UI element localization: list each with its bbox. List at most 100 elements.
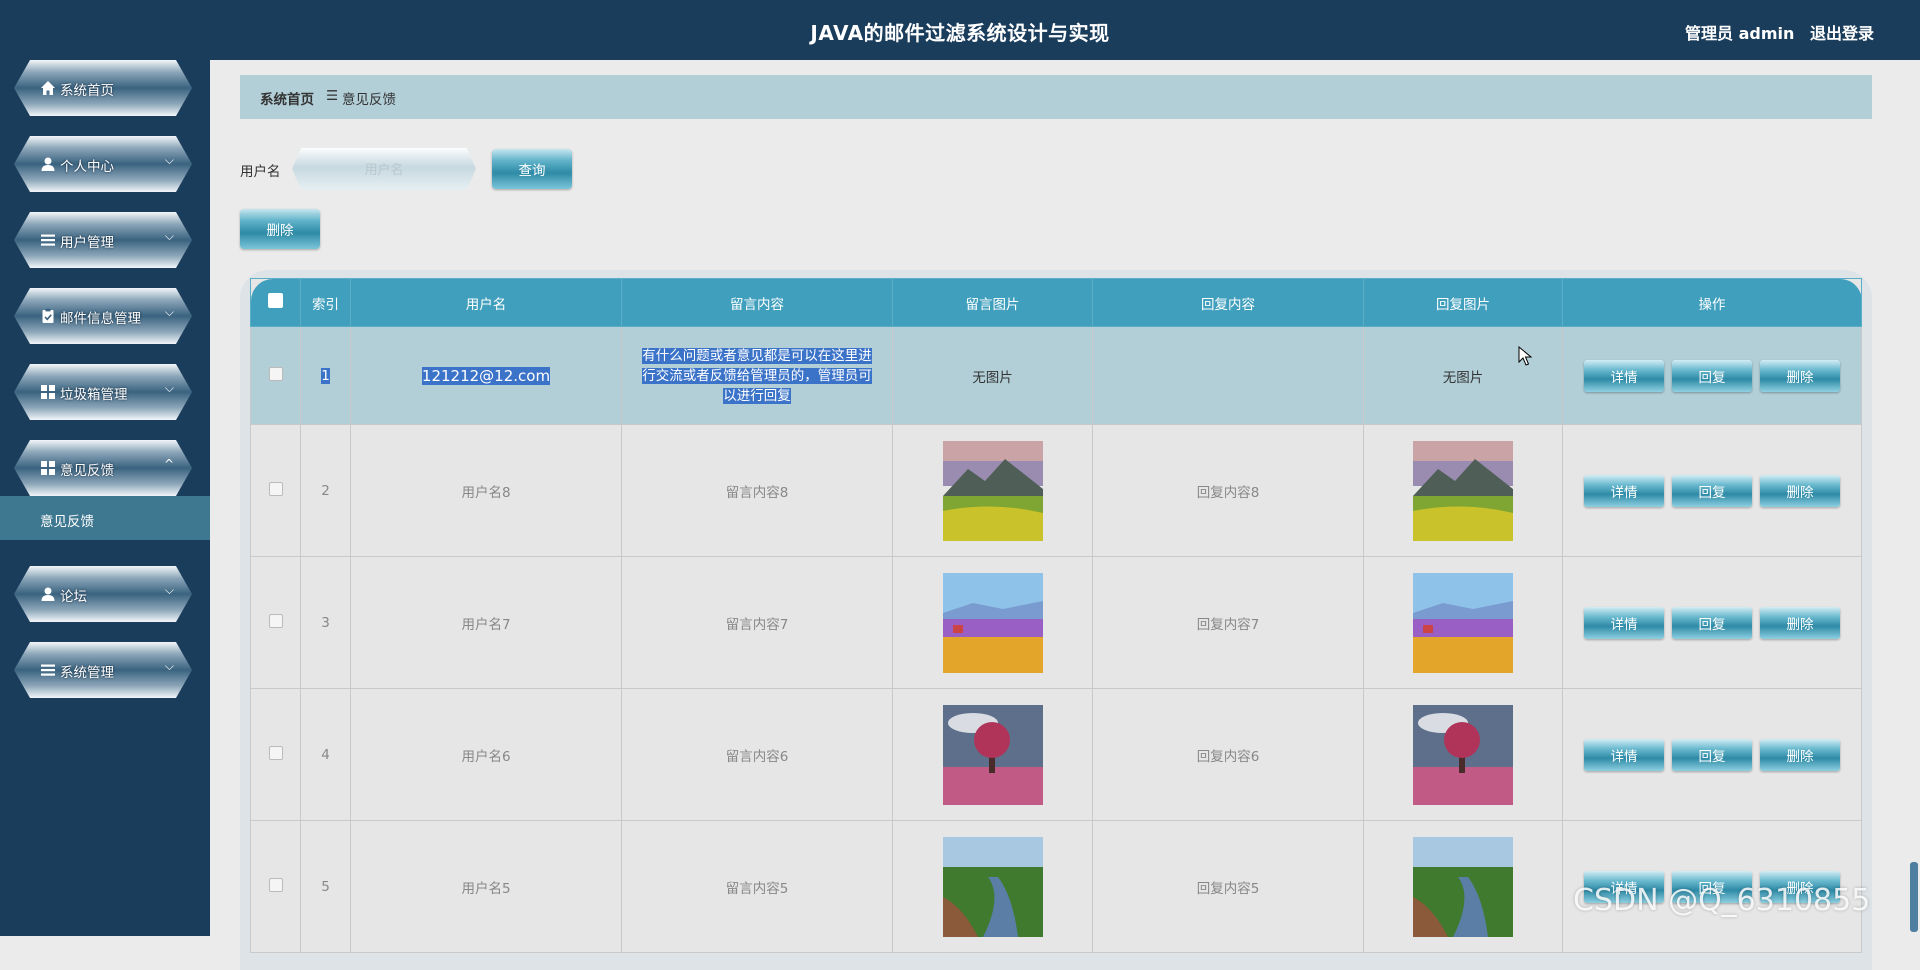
clipboard-icon: [42, 308, 54, 323]
username-value: 121212@12.com: [421, 366, 551, 385]
sidebar-item-forum[interactable]: 论坛 ⌵: [14, 566, 192, 622]
app-title: JAVA的邮件过滤系统设计与实现: [810, 21, 1110, 45]
row-checkbox-cell[interactable]: [250, 556, 301, 689]
username-cell: 用户名5: [350, 820, 622, 953]
row-checkbox[interactable]: [268, 877, 283, 892]
content-cell: 留言内容5: [621, 820, 893, 953]
index-cell: 2: [300, 424, 351, 557]
river-forest-image[interactable]: [942, 836, 1043, 937]
sidebar-item-home[interactable]: 系统首页: [14, 60, 192, 116]
index-value: 1: [321, 367, 330, 384]
select-all-checkbox[interactable]: [268, 293, 283, 308]
image-cell: [892, 556, 1093, 689]
row-checkbox[interactable]: [268, 613, 283, 628]
sidebar-item-feedback[interactable]: 意见反馈 ^: [14, 440, 192, 496]
row-checkbox-cell[interactable]: [250, 688, 301, 821]
flower-field-image[interactable]: [942, 572, 1043, 673]
reply-button[interactable]: 回复: [1672, 606, 1752, 639]
table-row[interactable]: 1 121212@12.com 有什么问题或者意见都是可以在这里进行交流或者反馈…: [250, 326, 1862, 425]
feedback-table: 索引 用户名 留言内容 留言图片 回复内容 回复图片 操作 1 121212@1…: [250, 278, 1862, 953]
header-select-all[interactable]: [250, 278, 301, 327]
row-checkbox[interactable]: [268, 481, 283, 496]
username-search-input[interactable]: [292, 148, 476, 190]
table-row[interactable]: 3 用户名7 留言内容7 回复内容7 详情 回复 删除: [250, 556, 1862, 689]
index-cell: 3: [300, 556, 351, 689]
logout-link[interactable]: 退出登录: [1810, 24, 1874, 43]
sidebar: 系统首页 个人中心 ⌵ 用户管理 ⌵ 邮件信息管理 ⌵ 垃圾箱管理 ⌵ 意见反馈…: [0, 0, 210, 936]
reply-cell: [1092, 326, 1364, 425]
mountain-meadow-image[interactable]: [1413, 440, 1513, 541]
search-label: 用户名: [240, 164, 281, 180]
actions-cell: 详情 回复 删除: [1562, 688, 1862, 821]
table-row[interactable]: 2 用户名8 留言内容8 回复内容8 详情 回复 删除: [250, 424, 1862, 557]
grid-icon: [41, 385, 55, 399]
reply-image-cell: [1363, 688, 1563, 821]
breadcrumb: 系统首页 ☰ 意见反馈: [240, 75, 1872, 119]
sidebar-item-label: 系统首页: [60, 83, 114, 99]
user-icon: [41, 587, 55, 601]
detail-button[interactable]: 详情: [1584, 606, 1664, 639]
submenu-item-feedback[interactable]: 意见反馈: [0, 496, 210, 540]
detail-button[interactable]: 详情: [1584, 738, 1664, 771]
river-forest-image[interactable]: [1413, 836, 1513, 937]
query-button[interactable]: 查询: [492, 149, 572, 189]
row-checkbox[interactable]: [268, 745, 283, 760]
bulk-delete-button[interactable]: 删除: [240, 209, 320, 249]
detail-button[interactable]: 详情: [1584, 359, 1664, 392]
breadcrumb-current: 意见反馈: [342, 92, 396, 108]
row-checkbox[interactable]: [268, 366, 283, 381]
delete-button[interactable]: 删除: [1760, 359, 1840, 392]
chevron-down-icon: ⌵: [164, 153, 174, 167]
sidebar-item-trash[interactable]: 垃圾箱管理 ⌵: [14, 364, 192, 420]
image-cell: 无图片: [892, 326, 1093, 425]
delete-button[interactable]: 删除: [1760, 606, 1840, 639]
flower-field-image[interactable]: [1413, 572, 1513, 673]
row-checkbox-cell[interactable]: [250, 820, 301, 953]
watermark: CSDN @Q_6310855: [1573, 883, 1871, 918]
scrollbar-thumb[interactable]: [1910, 862, 1918, 932]
sidebar-item-mail[interactable]: 邮件信息管理 ⌵: [14, 288, 192, 344]
pink-tree-image[interactable]: [942, 704, 1043, 805]
content-cell: 有什么问题或者意见都是可以在这里进行交流或者反馈给管理员的，管理员可以进行回复: [621, 326, 893, 425]
username-cell: 用户名8: [350, 424, 622, 557]
sidebar-item-users[interactable]: 用户管理 ⌵: [14, 212, 192, 268]
column-header: 用户名: [350, 278, 622, 327]
sidebar-item-profile[interactable]: 个人中心 ⌵: [14, 136, 192, 192]
actions-cell: 详情 回复 删除: [1562, 424, 1862, 557]
chevron-down-icon: ⌵: [164, 229, 174, 243]
table-container: 索引 用户名 留言内容 留言图片 回复内容 回复图片 操作 1 121212@1…: [240, 270, 1872, 970]
mountain-meadow-image[interactable]: [942, 440, 1043, 541]
table-row[interactable]: 4 用户名6 留言内容6 回复内容6 详情 回复 删除: [250, 688, 1862, 821]
pink-tree-image[interactable]: [1413, 704, 1513, 805]
row-checkbox-cell[interactable]: [250, 424, 301, 557]
delete-button[interactable]: 删除: [1760, 474, 1840, 507]
breadcrumb-home-link[interactable]: 系统首页: [260, 88, 314, 108]
column-header: 留言图片: [892, 278, 1093, 327]
index-cell: 5: [300, 820, 351, 953]
table-header-row: 索引 用户名 留言内容 留言图片 回复内容 回复图片 操作: [250, 278, 1862, 327]
username-cell: 用户名6: [350, 688, 622, 821]
page-scrollbar[interactable]: [1908, 0, 1918, 936]
column-header: 留言内容: [621, 278, 893, 327]
chevron-down-icon: ⌵: [164, 583, 174, 597]
list-icon: [41, 664, 55, 676]
sidebar-item-system[interactable]: 系统管理 ⌵: [14, 642, 192, 698]
index-cell: 4: [300, 688, 351, 821]
column-header: 回复图片: [1363, 278, 1563, 327]
row-checkbox-cell[interactable]: [250, 326, 301, 425]
detail-button[interactable]: 详情: [1584, 474, 1664, 507]
username-cell: 121212@12.com: [350, 326, 622, 425]
reply-button[interactable]: 回复: [1672, 738, 1752, 771]
chevron-down-icon: ⌵: [164, 305, 174, 319]
delete-button[interactable]: 删除: [1760, 738, 1840, 771]
column-header: 索引: [300, 278, 351, 327]
reply-button[interactable]: 回复: [1672, 474, 1752, 507]
sidebar-item-label: 系统管理: [60, 665, 114, 681]
reply-image-cell: [1363, 556, 1563, 689]
chevron-down-icon: ⌵: [164, 659, 174, 673]
submenu-item-label: 意见反馈: [40, 514, 94, 530]
grid-icon: [41, 461, 55, 475]
reply-button[interactable]: 回复: [1672, 359, 1752, 392]
column-header: 回复内容: [1092, 278, 1364, 327]
breadcrumb-separator-icon: ☰: [326, 88, 339, 104]
